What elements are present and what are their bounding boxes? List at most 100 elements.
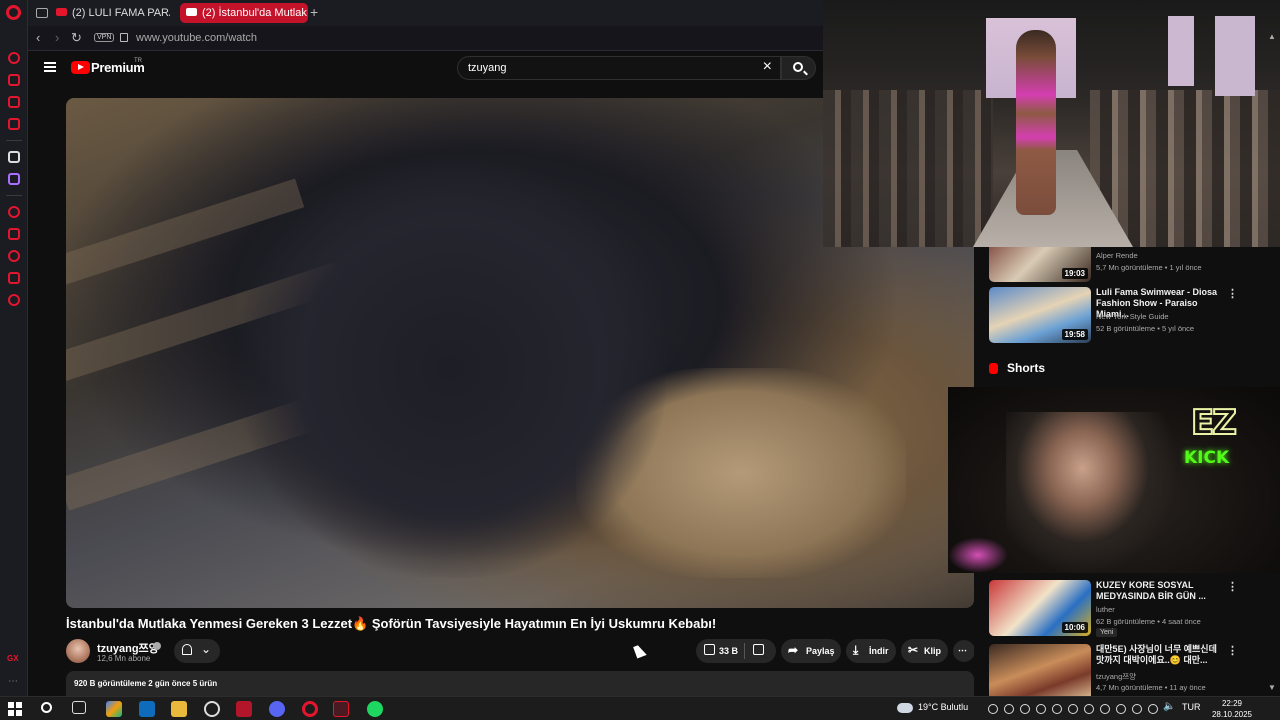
tab-istanbul-active[interactable]: (2) İstanbul'da Mutlak (180, 3, 308, 23)
bookmarks-icon[interactable] (8, 228, 20, 240)
bell-icon (182, 644, 192, 655)
task-view-icon[interactable] (72, 701, 86, 714)
language-indicator[interactable]: TUR (1182, 702, 1201, 712)
share-button[interactable]: ➦ Paylaş (781, 639, 841, 663)
tray-telegram-icon[interactable] (988, 704, 998, 714)
pip-webcam-stream[interactable]: EZ KICK (948, 387, 1280, 573)
sidebar-divider (6, 140, 22, 141)
outlook-icon[interactable] (139, 701, 155, 717)
messenger-icon[interactable] (8, 96, 20, 108)
address-bar: ‹ › ↻ VPN www.youtube.com/watch (28, 26, 823, 51)
tray-app-icon[interactable] (1084, 704, 1094, 714)
opera-icon[interactable] (302, 701, 318, 717)
tray-app-icon[interactable] (1132, 704, 1142, 714)
divider (744, 643, 745, 659)
tray-app-icon[interactable] (1068, 704, 1078, 714)
rec-title[interactable]: KUZEY KORE SOSYAL MEDYASINDA BİR GÜN ... (1096, 580, 1224, 602)
tray-app-icon[interactable] (1100, 704, 1110, 714)
tab-luli-fama[interactable]: (2) LULI FAMA PARAISO (50, 3, 170, 23)
download-button[interactable]: ⤓ İndir (846, 639, 896, 663)
clock[interactable]: 22:29 28.10.2025 (1207, 698, 1257, 720)
tab-islands-icon[interactable] (36, 8, 48, 18)
weather-text[interactable]: 19°C Bulutlu (918, 702, 968, 712)
kebab-menu-icon[interactable]: ⋮ (1227, 644, 1238, 657)
more-icon[interactable]: ⋯ (8, 676, 18, 687)
kebab-menu-icon[interactable]: ⋮ (1227, 287, 1238, 300)
gx-label: GX (7, 654, 19, 663)
close-icon[interactable]: × (763, 58, 772, 76)
youtube-header: Premium TR tzuyang × (28, 51, 823, 87)
scroll-down-icon[interactable]: ▼ (1268, 683, 1276, 692)
verified-icon (153, 642, 161, 650)
lock-icon[interactable] (120, 33, 128, 42)
tray-discord-icon[interactable] (1020, 704, 1030, 714)
neon-ez-sign: EZ (1190, 402, 1238, 444)
kebab-menu-icon[interactable]: ⋮ (1227, 580, 1238, 593)
like-count[interactable]: 33 B (719, 646, 738, 656)
search-icon[interactable] (41, 702, 52, 713)
opera-gx-icon[interactable] (333, 701, 349, 717)
rec-channel[interactable]: tzuyang쯔양 (1096, 671, 1136, 682)
rec-channel[interactable]: Alper Rende (1096, 251, 1138, 260)
copilot-icon[interactable] (106, 701, 122, 717)
more-actions-button[interactable]: ⋯ (953, 640, 975, 662)
new-tab-button[interactable]: + (310, 4, 318, 20)
clip-button[interactable]: ✂ Klip (901, 639, 948, 663)
reload-icon[interactable]: ↻ (71, 30, 82, 46)
rec-channel[interactable]: New York Style Guide (1096, 312, 1169, 321)
video-thumbnail[interactable]: 10:06 (989, 580, 1091, 636)
ai-icon[interactable] (8, 52, 20, 64)
microphone-icon[interactable] (1116, 704, 1126, 714)
scroll-up-icon[interactable]: ▲ (1268, 32, 1276, 41)
url-field[interactable]: www.youtube.com/watch (136, 32, 257, 44)
rec-channel[interactable]: luther (1096, 605, 1115, 614)
dislike-icon[interactable] (753, 644, 764, 655)
menu-icon[interactable] (44, 62, 56, 72)
video-frame-detail (948, 537, 1008, 573)
tray-spotify-icon[interactable] (1004, 704, 1014, 714)
video-frame-detail (236, 158, 666, 578)
rec-meta: 52 B görüntüleme • 5 yıl önce (1096, 324, 1195, 333)
extensions-icon[interactable] (8, 272, 20, 284)
file-explorer-icon[interactable] (171, 701, 187, 717)
video-thumbnail[interactable]: 19:58 (989, 287, 1091, 343)
list-item[interactable]: 대만5E) 사장님이 너무 예쁘신데 맛까지 대박이에요..😊 대만... tz… (989, 644, 1279, 700)
mail-icon[interactable] (8, 118, 20, 130)
pip-video-runway[interactable] (823, 0, 1280, 247)
opera-logo-icon[interactable] (6, 5, 21, 20)
vpn-badge[interactable]: VPN (94, 33, 115, 42)
spotify-icon[interactable] (367, 701, 383, 717)
rec-title[interactable]: 대만5E) 사장님이 너무 예쁘신데 맛까지 대박이에요..😊 대만... (1096, 644, 1224, 666)
volume-icon[interactable]: 🔈 (1163, 701, 1175, 712)
list-item[interactable]: 19:58 Luli Fama Swimwear - Diosa Fashion… (989, 287, 1279, 343)
player-icon[interactable] (8, 206, 20, 218)
arrow-app-icon[interactable] (8, 151, 20, 163)
discord-icon[interactable] (269, 701, 285, 717)
windows-start-icon[interactable] (8, 702, 22, 716)
video-editor-icon[interactable] (236, 701, 252, 717)
video-frame-detail (823, 90, 993, 247)
search-input[interactable]: tzuyang × (457, 56, 781, 80)
forward-icon[interactable]: › (55, 30, 59, 45)
back-icon[interactable]: ‹ (36, 30, 40, 45)
twitch-icon[interactable] (8, 173, 20, 185)
network-icon[interactable] (1148, 704, 1158, 714)
like-icon[interactable] (704, 644, 715, 655)
shorts-label: Shorts (1007, 361, 1046, 375)
youtube-logo-icon[interactable] (71, 61, 90, 74)
description-box[interactable]: 920 B görüntüleme 2 gün önce 5 ürün (66, 671, 974, 696)
settings-gear-icon[interactable] (8, 294, 20, 306)
video-thumbnail[interactable] (989, 644, 1091, 700)
steam-icon[interactable] (204, 701, 220, 717)
subscription-bell-button[interactable]: ⌄ (174, 639, 220, 663)
shopping-bag-icon[interactable] (8, 74, 20, 86)
search-button[interactable] (781, 56, 816, 80)
subscriber-count: 12,6 Mn abone (97, 654, 151, 663)
history-icon[interactable] (8, 250, 20, 262)
tray-nvidia-icon[interactable] (1052, 704, 1062, 714)
list-item[interactable]: 10:06 KUZEY KORE SOSYAL MEDYASINDA BİR G… (989, 580, 1279, 637)
tray-opera-icon[interactable] (1036, 704, 1046, 714)
weather-cloud-icon[interactable] (897, 703, 913, 713)
chevron-down-icon: ⌄ (201, 642, 212, 656)
avatar[interactable] (66, 639, 90, 663)
